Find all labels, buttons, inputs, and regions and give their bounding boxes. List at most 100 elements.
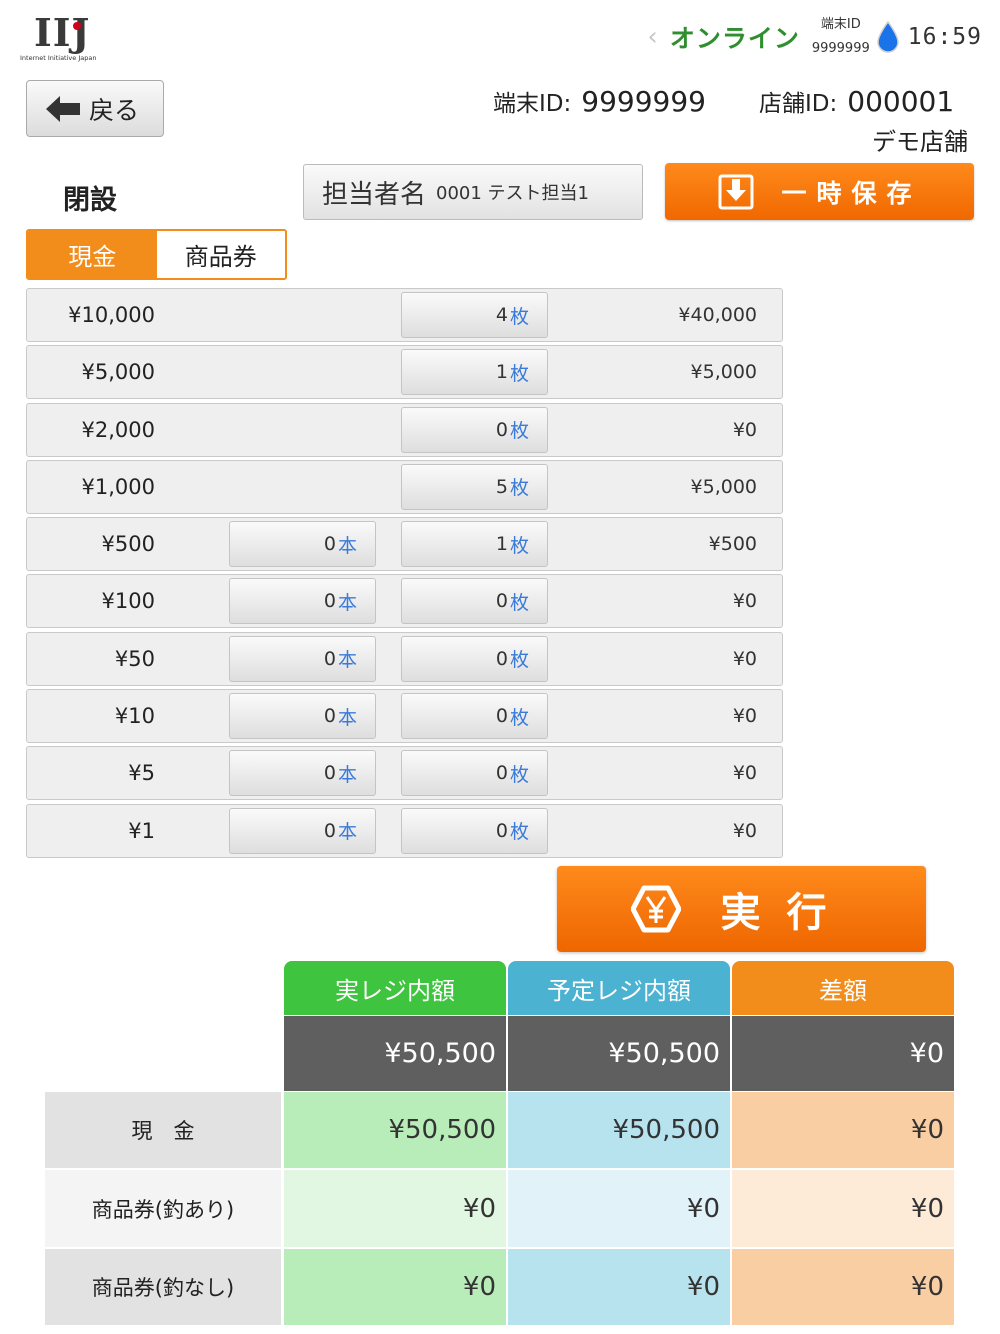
- store-id-label: 店舗ID:: [759, 91, 838, 117]
- roll-count-button[interactable]: 0本: [229, 693, 376, 740]
- sheet-unit: 枚: [509, 477, 529, 500]
- yen-hexagon-icon: [630, 885, 681, 933]
- denomination-row: ¥500 0本 1枚 ¥500: [26, 517, 783, 572]
- summary-cell-difference: ¥0: [732, 1249, 954, 1325]
- temporary-save-button[interactable]: 一時保存: [665, 163, 974, 220]
- denomination-row: ¥5 0本 0枚 ¥0: [26, 746, 783, 801]
- sheet-unit: 枚: [509, 305, 529, 328]
- store-id-info: 店舗ID: 000001: [759, 84, 954, 118]
- denomination-label: ¥1,000: [81, 474, 155, 499]
- summary-cell-actual: ¥0: [284, 1170, 506, 1247]
- header-actual: 実レジ内額: [284, 961, 506, 1015]
- sheet-count-button[interactable]: 1枚: [401, 521, 548, 568]
- terminal-id-value: 9999999: [581, 85, 706, 118]
- sheet-count: 0: [495, 590, 508, 613]
- sheet-unit: 枚: [509, 362, 529, 385]
- terminal-id-label: 端末ID:: [493, 91, 572, 117]
- sheet-count: 0: [495, 819, 508, 842]
- denomination-label: ¥100: [101, 589, 155, 614]
- iij-logo: IIJ Internet Initiative Japan: [20, 10, 110, 65]
- sheet-unit: 枚: [509, 534, 529, 557]
- status-terminal-id: 端末ID 9999999: [812, 13, 870, 61]
- sheet-count-button[interactable]: 0枚: [401, 693, 548, 740]
- execute-button[interactable]: 実行: [557, 866, 926, 952]
- total-planned: ¥50,500: [508, 1016, 730, 1091]
- terminal-id-info: 端末ID: 9999999: [493, 84, 706, 118]
- summary-row-label: 商品券(釣なし): [45, 1249, 281, 1325]
- sheet-count-button[interactable]: 1枚: [401, 349, 548, 396]
- denomination-label: ¥2,000: [81, 417, 155, 442]
- denomination-amount: ¥0: [732, 819, 757, 842]
- sheet-count-button[interactable]: 0枚: [401, 406, 548, 453]
- sheet-count: 0: [495, 418, 508, 441]
- roll-count: 0: [323, 647, 336, 670]
- roll-unit: 本: [337, 534, 357, 557]
- denomination-amount: ¥0: [732, 762, 757, 785]
- chevron-left-icon[interactable]: ‹: [647, 22, 657, 52]
- sheet-count-button[interactable]: 5枚: [401, 463, 548, 510]
- roll-count-button[interactable]: 0本: [229, 807, 376, 854]
- sheet-count: 0: [495, 705, 508, 728]
- back-button[interactable]: 戻る: [26, 80, 164, 137]
- roll-count-button[interactable]: 0本: [229, 635, 376, 682]
- total-difference: ¥0: [732, 1016, 954, 1091]
- sheet-count-button[interactable]: 0枚: [401, 750, 548, 797]
- droplet-icon: [876, 21, 899, 53]
- roll-count-button[interactable]: 0本: [229, 578, 376, 625]
- denomination-label: ¥5: [128, 761, 155, 786]
- staff-value: 0001 テスト担当1: [436, 183, 589, 204]
- summary-cell-actual: ¥0: [284, 1249, 506, 1325]
- sheet-unit: 枚: [509, 706, 529, 729]
- denomination-row: ¥100 0本 0枚 ¥0: [26, 574, 783, 629]
- store-name: デモ店舗: [872, 128, 968, 156]
- summary-cell-difference: ¥0: [732, 1092, 954, 1168]
- status-bar: ‹ オンライン 端末ID 9999999 16:59: [647, 12, 982, 62]
- sheet-count-button[interactable]: 0枚: [401, 578, 548, 625]
- denomination-amount: ¥500: [708, 533, 757, 556]
- sheet-count-button[interactable]: 0枚: [401, 807, 548, 854]
- page-title: 閉設: [63, 185, 117, 216]
- sheet-unit: 枚: [509, 763, 529, 786]
- logo-dot: [73, 22, 81, 30]
- roll-count-button[interactable]: 0本: [229, 750, 376, 797]
- status-terminal-value: 9999999: [811, 41, 870, 56]
- back-button-label: 戻る: [89, 95, 140, 125]
- denomination-row: ¥10,000 4枚 ¥40,000: [26, 288, 783, 342]
- summary-cell-planned: ¥0: [508, 1249, 730, 1325]
- summary-cell-difference: ¥0: [732, 1170, 954, 1247]
- sheet-count-button[interactable]: 4枚: [401, 292, 548, 338]
- execute-label: 実行: [720, 890, 853, 936]
- sheet-count-button[interactable]: 0枚: [401, 635, 548, 682]
- roll-count-button[interactable]: 0本: [229, 521, 376, 568]
- denomination-label: ¥5,000: [81, 360, 155, 385]
- denomination-label: ¥10: [114, 704, 155, 729]
- roll-count: 0: [323, 533, 336, 556]
- sheet-unit: 枚: [509, 591, 529, 614]
- denomination-amount: ¥0: [732, 418, 757, 441]
- denomination-row: ¥2,000 0枚 ¥0: [26, 402, 783, 457]
- summary-cell-planned: ¥0: [508, 1170, 730, 1247]
- staff-button[interactable]: 担当者名 0001 テスト担当1: [303, 164, 643, 220]
- roll-unit: 本: [337, 763, 357, 786]
- temporary-save-label: 一時保存: [781, 178, 922, 208]
- payment-tabs: 現金 商品券: [26, 229, 287, 280]
- denomination-amount: ¥5,000: [690, 361, 757, 384]
- sheet-count: 0: [495, 647, 508, 670]
- denomination-row: ¥1,000 5枚 ¥5,000: [26, 459, 783, 514]
- header-difference: 差額: [732, 961, 954, 1015]
- roll-count: 0: [323, 762, 336, 785]
- sheet-count: 1: [495, 533, 508, 556]
- total-actual: ¥50,500: [284, 1016, 506, 1091]
- denomination-row: ¥5,000 1枚 ¥5,000: [26, 345, 783, 400]
- tab-cash[interactable]: 現金: [28, 231, 157, 278]
- denomination-amount: ¥5,000: [690, 475, 757, 498]
- arrow-left-icon: [46, 95, 80, 122]
- sheet-count: 5: [495, 475, 508, 498]
- tab-gift-voucher[interactable]: 商品券: [156, 231, 285, 278]
- denomination-label: ¥500: [101, 532, 155, 557]
- denomination-row: ¥10 0本 0枚 ¥0: [26, 689, 783, 744]
- header-planned: 予定レジ内額: [508, 961, 730, 1015]
- status-terminal-label: 端末ID: [820, 17, 861, 32]
- roll-unit: 本: [337, 591, 357, 614]
- denomination-amount: ¥0: [732, 590, 757, 613]
